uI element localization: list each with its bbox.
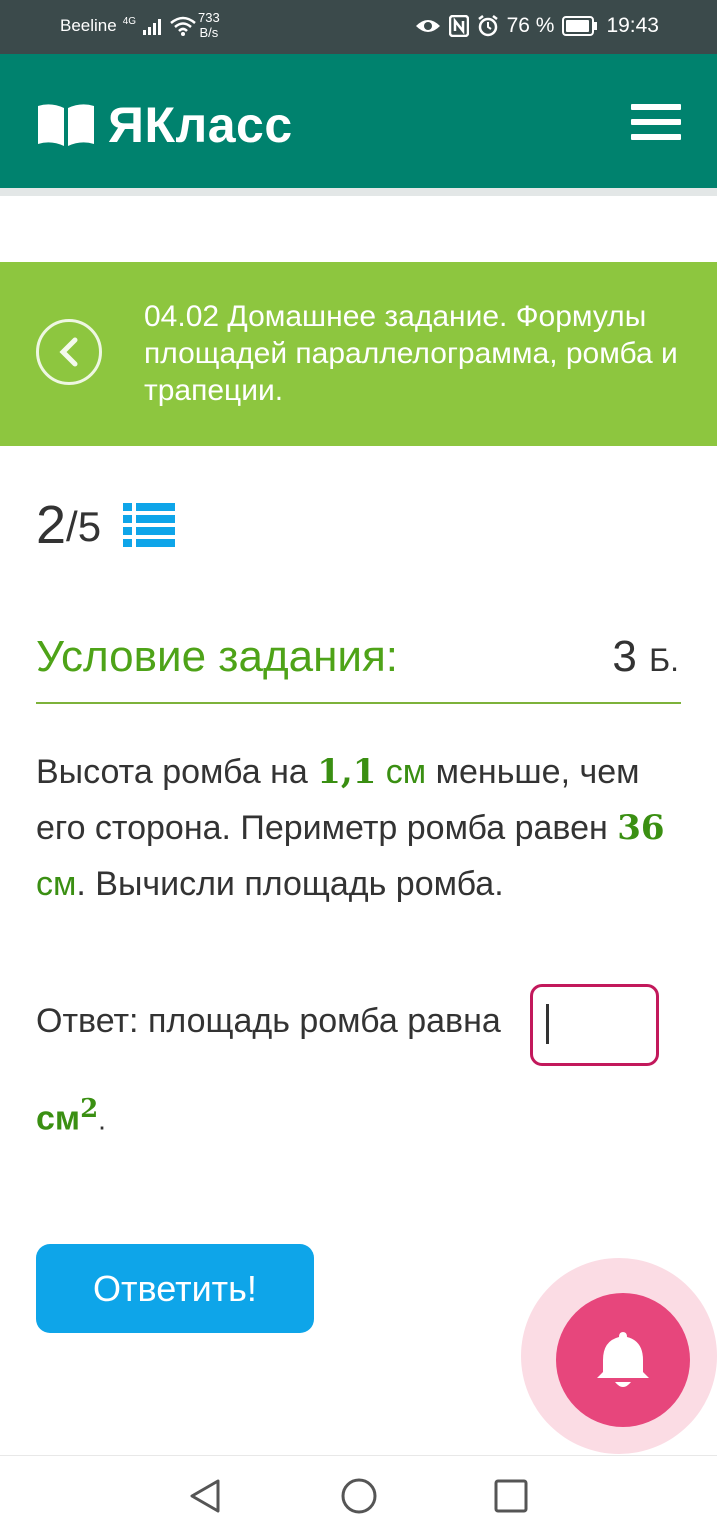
task-part3: . Вычисли площадь ромба.: [76, 865, 504, 903]
list-icon[interactable]: [123, 502, 176, 548]
clock-time: 19:43: [606, 14, 659, 37]
task-text: Высота ромба на 1,1 см меньше, чем его с…: [36, 744, 686, 912]
eye-icon: [415, 20, 440, 32]
app-bar-shadow: [0, 188, 717, 196]
book-icon: [38, 104, 94, 146]
status-bar: Beeline 4G 733 B/s 76 % 19:43: [0, 0, 717, 54]
points-value: 3: [612, 632, 637, 681]
status-left: Beeline 4G: [60, 16, 196, 36]
speed-unit: B/s: [199, 25, 219, 40]
points-unit: Б.: [649, 642, 679, 678]
text-cursor: [546, 1004, 549, 1044]
condition-divider: [36, 702, 681, 704]
nav-back-icon[interactable]: [186, 1476, 226, 1516]
alarm-icon: [477, 15, 498, 37]
battery-icon: [562, 16, 598, 36]
nfc-icon: [448, 15, 469, 37]
topic-title[interactable]: 04.02 Домашнее задание. Формулы площадей…: [144, 298, 689, 409]
task-number-height-diff: 1,1: [317, 752, 377, 792]
signal-icon: [143, 19, 162, 35]
logo-text: ЯКласс: [108, 97, 293, 153]
answer-unit-text: см: [36, 1099, 81, 1138]
answer-unit: см2.: [36, 1094, 106, 1138]
task-unit1: см: [376, 753, 427, 791]
answer-unit-power: 2: [80, 1094, 99, 1124]
nav-recents-icon[interactable]: [491, 1476, 531, 1516]
bell-icon: [597, 1332, 649, 1387]
system-nav-bar: [0, 1455, 717, 1537]
condition-title: Условие задания:: [36, 632, 399, 681]
wifi-icon: [170, 16, 196, 36]
back-button[interactable]: [36, 319, 102, 385]
battery-percent: 76 %: [506, 14, 555, 37]
progress-current: 2: [36, 495, 67, 555]
task-part1: Высота ромба на: [36, 753, 318, 791]
condition-points: 3 Б.: [612, 632, 679, 682]
chevron-left-icon: [59, 337, 78, 367]
app-bar: ЯКласс: [0, 54, 717, 188]
answer-label: Ответ: площадь ромба равна: [36, 1002, 501, 1040]
notification-bell-button[interactable]: [556, 1293, 690, 1427]
menu-icon: [631, 104, 681, 140]
network-speed: 733 B/s: [198, 10, 220, 40]
task-unit2: см: [36, 865, 77, 903]
menu-button[interactable]: [631, 104, 681, 144]
task-progress: 2 /5: [36, 495, 176, 555]
carrier-name: Beeline: [60, 16, 117, 35]
progress-total: /5: [66, 503, 102, 550]
answer-input[interactable]: [530, 984, 659, 1066]
answer-end-dot: .: [98, 1104, 106, 1136]
task-number-perimeter: 36: [617, 808, 665, 848]
topic-banner: 04.02 Домашнее задание. Формулы площадей…: [0, 262, 717, 446]
logo[interactable]: ЯКласс: [36, 96, 293, 154]
nav-home-icon[interactable]: [339, 1476, 379, 1516]
submit-answer-button[interactable]: Ответить!: [36, 1244, 314, 1333]
status-right: 76 % 19:43: [415, 14, 659, 38]
network-type: 4G: [122, 15, 137, 27]
speed-value: 733: [198, 10, 220, 25]
